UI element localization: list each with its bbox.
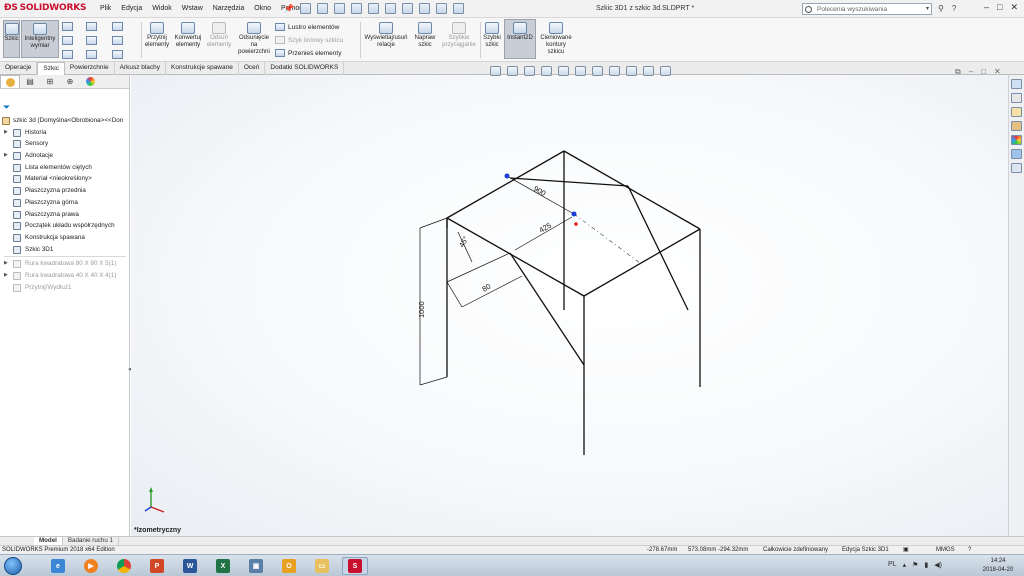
coord-x: -278.67mm <box>647 547 678 553</box>
flag-icon[interactable]: ⚑ <box>912 561 918 569</box>
network-icon[interactable]: ▣ <box>243 557 269 575</box>
dimension-425[interactable]: 425 <box>538 221 553 235</box>
status-bar: SOLIDWORKS Premium 2018 x64 Edition -278… <box>0 545 1024 554</box>
solidworks-taskbar-icon[interactable]: S <box>342 557 368 575</box>
dimension-angle[interactable]: 45° <box>457 235 470 249</box>
task-pane <box>1008 75 1024 536</box>
system-tray: PL ▴ ⚑ ▮ ◀) <box>888 561 942 569</box>
z-axis-icon <box>144 506 152 512</box>
clock[interactable]: 14:24 2018-04-20 <box>976 557 1020 575</box>
tab-motion-study[interactable]: Badanie ruchu 1 <box>63 537 119 545</box>
origin-point[interactable] <box>574 222 578 226</box>
ie-icon[interactable]: e <box>45 557 71 575</box>
dimension-1000[interactable]: 1000 <box>417 301 426 318</box>
media-player-icon[interactable]: ▶ <box>78 557 104 575</box>
dimension-line[interactable] <box>419 376 448 386</box>
editing-status: Edycja Szkic 3D1 <box>842 547 889 553</box>
sketch-line[interactable] <box>446 150 565 219</box>
view-orientation-label: *Izometryczny <box>134 527 182 534</box>
time: 14:24 <box>990 558 1006 564</box>
excel-icon[interactable]: X <box>210 557 236 575</box>
x-axis-icon <box>150 506 165 513</box>
custom-properties-icon[interactable] <box>1011 149 1022 159</box>
powerpoint-icon[interactable]: P <box>144 557 170 575</box>
appearances-icon[interactable] <box>1011 135 1022 145</box>
sketch-point[interactable] <box>571 211 577 217</box>
solidworks-resources-icon[interactable] <box>1011 79 1022 89</box>
dimension-line[interactable] <box>446 281 463 308</box>
centerline[interactable] <box>573 213 641 264</box>
file-explorer-icon[interactable] <box>1011 107 1022 117</box>
sketch-line[interactable] <box>583 228 701 297</box>
windows-taskbar: e ▶ P W X ▣ O ▭ S PL ▴ ⚑ ▮ ◀) 14:24 2018… <box>0 554 1024 576</box>
sketch-line[interactable] <box>563 150 701 230</box>
forum-icon[interactable] <box>1011 163 1022 173</box>
sketch-line[interactable] <box>509 252 585 366</box>
tab-model[interactable]: Model <box>34 537 63 545</box>
sketch-line[interactable] <box>509 177 629 187</box>
volume-icon[interactable]: ◀) <box>934 561 942 569</box>
language-indicator[interactable]: PL <box>888 561 897 569</box>
network-tray-icon[interactable]: ▮ <box>924 561 928 569</box>
dimension-line[interactable] <box>461 275 523 308</box>
y-arrow-icon <box>149 487 153 492</box>
dimension-line[interactable] <box>419 217 448 229</box>
dimension-900[interactable]: 900 <box>532 184 547 198</box>
tray-expand-icon[interactable]: ▴ <box>903 561 907 569</box>
chrome-icon[interactable] <box>111 557 137 575</box>
coord-yz: 573.08mm -294.32mm <box>688 547 749 553</box>
view-palette-icon[interactable] <box>1011 121 1022 131</box>
edition-text: SOLIDWORKS Premium 2018 x64 Edition <box>2 547 115 553</box>
outlook-icon[interactable]: O <box>276 557 302 575</box>
unit-system[interactable]: MMGS <box>936 546 955 554</box>
sketch-point[interactable] <box>504 173 510 179</box>
design-library-icon[interactable] <box>1011 93 1022 103</box>
model-tabs: Model Badanie ruchu 1 <box>0 536 1024 545</box>
word-icon[interactable]: W <box>177 557 203 575</box>
dimension-line[interactable] <box>446 252 511 283</box>
reference-triad <box>144 487 165 513</box>
sketch-status: Całkowicie zdefiniowany <box>763 547 829 553</box>
status-help-icon[interactable]: ? <box>968 546 971 554</box>
explorer-icon[interactable]: ▭ <box>309 557 335 575</box>
rebuild-indicator-icon[interactable]: ▣ <box>903 546 909 554</box>
start-button[interactable] <box>4 557 22 575</box>
date: 2018-04-20 <box>982 567 1014 573</box>
